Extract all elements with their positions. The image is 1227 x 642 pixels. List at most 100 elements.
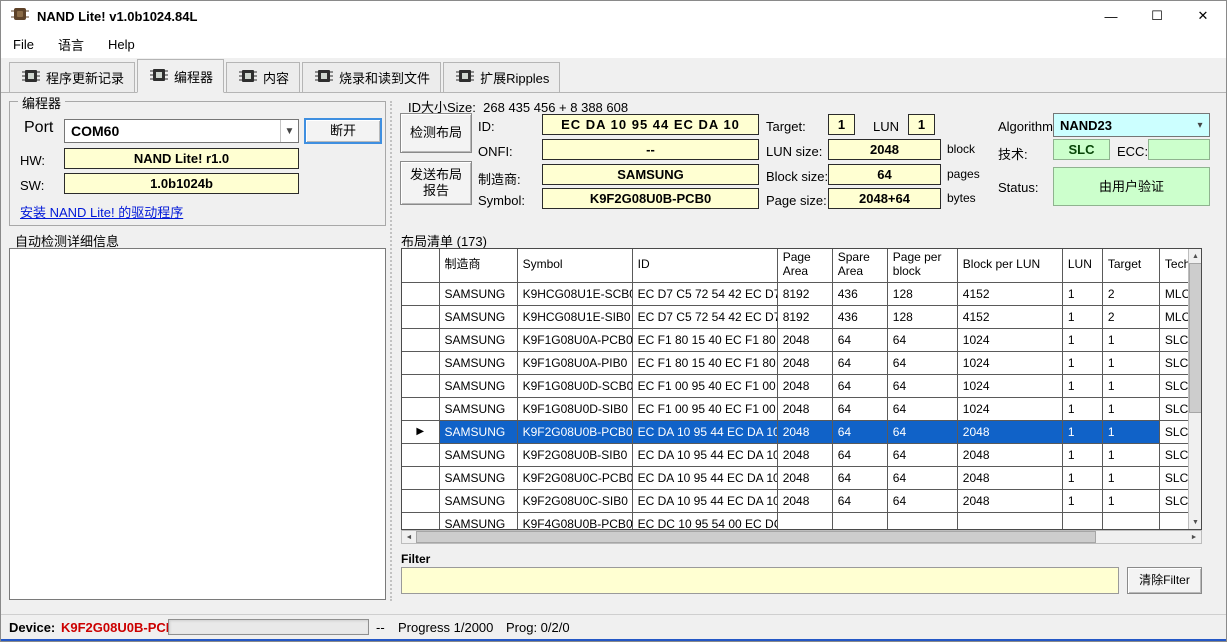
scroll-down-button[interactable]: ▼ (1189, 515, 1201, 529)
tab-label: 烧录和读到文件 (339, 71, 431, 86)
table-row[interactable]: SAMSUNG K9F1G08U0D-SIB0 EC F1 00 95 40 EC … (402, 397, 1191, 421)
detect-layout-button[interactable]: 检测布局 (400, 113, 472, 153)
cell: 64 (887, 443, 958, 467)
column-header[interactable]: Target (1102, 249, 1160, 283)
column-header[interactable]: Block per LUN (957, 249, 1063, 283)
vertical-scroll-thumb[interactable] (1189, 263, 1201, 413)
cell: 64 (832, 443, 888, 467)
row-indicator-header[interactable] (402, 249, 440, 283)
tab-label: 内容 (263, 71, 290, 86)
cell: 8192 (777, 282, 833, 306)
send-layout-report-button[interactable]: 发送布局报告 (400, 161, 472, 205)
algorithm-select[interactable]: NAND23 ▾ (1053, 113, 1210, 137)
chip-icon (313, 66, 335, 89)
window-title: NAND Lite! v1.0b1024.84L (37, 8, 198, 24)
tab-label: 扩展Ripples (480, 71, 550, 86)
cell: 1024 (957, 328, 1063, 352)
cell: SAMSUNG (439, 420, 518, 444)
column-header[interactable]: Spare Area (832, 249, 888, 283)
column-header[interactable]: ID (632, 249, 778, 283)
cell: 1 (1102, 397, 1160, 421)
table-row[interactable]: ▶ SAMSUNG K9F2G08U0B-PCB0 EC DA 10 95 44 EC… (402, 420, 1191, 444)
target-value-field: 1 (828, 114, 855, 135)
menu-language[interactable]: 语言 (46, 31, 96, 58)
cell: SLC (1159, 443, 1191, 467)
vertical-scrollbar[interactable]: ▲ ▼ (1188, 249, 1201, 529)
clear-filter-button[interactable]: 清除Filter (1127, 567, 1202, 594)
cell: 436 (832, 282, 888, 306)
row-indicator-cell (402, 443, 440, 467)
tab-burn-read[interactable]: 烧录和读到文件 (302, 62, 442, 92)
column-header[interactable]: Page per block (887, 249, 958, 283)
chip-icon (148, 65, 170, 88)
cell: 1 (1062, 305, 1103, 329)
cell: 2048 (777, 351, 833, 375)
tab-update-log[interactable]: 程序更新记录 (9, 62, 136, 92)
tab-label: 编程器 (174, 69, 214, 85)
separator-text: -- (376, 620, 385, 635)
page-size-unit: bytes (947, 191, 976, 205)
horizontal-scrollbar[interactable]: ◄ ► (401, 530, 1202, 544)
column-header[interactable]: Tech (1159, 249, 1191, 283)
ecc-value-field (1148, 139, 1210, 160)
auto-detect-details-box[interactable] (9, 248, 386, 600)
cell: MLC (1159, 305, 1191, 329)
tab-ripples[interactable]: 扩展Ripples (443, 62, 561, 92)
tab-programmer[interactable]: 编程器 (137, 59, 225, 93)
table-row[interactable]: SAMSUNG K9HCG08U1E-SCB0 EC D7 C5 72 54 42 … (402, 282, 1191, 306)
port-select[interactable]: COM60 ▼ (64, 119, 299, 143)
cell: 4152 (957, 282, 1063, 306)
close-button[interactable]: ✕ (1180, 1, 1226, 31)
cell: EC F1 00 95 40 EC F1 00 (632, 397, 778, 421)
column-header[interactable]: LUN (1062, 249, 1103, 283)
scroll-right-button[interactable]: ► (1187, 531, 1201, 543)
table-row[interactable]: SAMSUNG K9F1G08U0D-SCB0 EC F1 00 95 40 EC … (402, 374, 1191, 398)
filter-label: Filter (401, 552, 431, 566)
cell (957, 512, 1063, 529)
table-row[interactable]: SAMSUNG K9F2G08U0C-SIB0 EC DA 10 95 44 EC … (402, 489, 1191, 513)
column-header[interactable]: Symbol (517, 249, 633, 283)
scroll-up-button[interactable]: ▲ (1189, 249, 1201, 263)
table-row[interactable]: SAMSUNG K9F2G08U0B-SIB0 EC DA 10 95 44 EC … (402, 443, 1191, 467)
minimize-button[interactable]: — (1088, 1, 1134, 31)
port-value: COM60 (71, 123, 120, 139)
cell: 64 (887, 489, 958, 513)
cell: 1 (1102, 443, 1160, 467)
cell: 64 (887, 397, 958, 421)
tab-content[interactable]: 内容 (226, 62, 301, 92)
scroll-left-button[interactable]: ◄ (402, 531, 416, 543)
column-header[interactable]: 制造商 (439, 249, 518, 283)
cell: K9F1G08U0D-SCB0 (517, 374, 633, 398)
tab-label: 程序更新记录 (46, 71, 125, 86)
page-size-label: Page size: (766, 193, 827, 208)
table-row[interactable]: SAMSUNG K9F1G08U0A-PCB0 EC F1 80 15 40 EC … (402, 328, 1191, 352)
driver-install-link[interactable]: 安装 NAND Lite! 的驱动程序 (20, 202, 183, 221)
panel-splitter[interactable] (390, 101, 392, 601)
disconnect-button[interactable]: 断开 (304, 118, 382, 144)
cell (832, 512, 888, 529)
table-row[interactable]: SAMSUNG K9F4G08U0B-PCB0 EC DC 10 95 54 00 … (402, 512, 1191, 529)
id-size-value: 268 435 456 + 8 388 608 (483, 100, 629, 115)
cell: 2048 (957, 420, 1063, 444)
cell: 64 (887, 420, 958, 444)
cell: 2048 (777, 466, 833, 490)
cell: 64 (832, 420, 888, 444)
cell: SAMSUNG (439, 397, 518, 421)
cell: SLC (1159, 397, 1191, 421)
cell: MLC (1159, 282, 1191, 306)
table-row[interactable]: SAMSUNG K9F2G08U0C-PCB0 EC DA 10 95 44 EC … (402, 466, 1191, 490)
column-header[interactable]: Page Area (777, 249, 833, 283)
cell: 2048 (777, 489, 833, 513)
cell: 64 (887, 351, 958, 375)
table-row[interactable]: SAMSUNG K9HCG08U1E-SIB0 EC D7 C5 72 54 42 … (402, 305, 1191, 329)
table-row[interactable]: SAMSUNG K9F1G08U0A-PIB0 EC F1 80 15 40 EC … (402, 351, 1191, 375)
horizontal-scroll-thumb[interactable] (416, 531, 1096, 543)
maximize-button[interactable]: ☐ (1134, 1, 1180, 31)
menu-file[interactable]: File (1, 33, 46, 56)
filter-input[interactable] (401, 567, 1119, 594)
status-value-field: 由用户验证 (1053, 167, 1210, 206)
cell: SLC (1159, 489, 1191, 513)
menu-help[interactable]: Help (96, 33, 147, 56)
onfi-value-field: -- (542, 139, 759, 160)
hw-value-field: NAND Lite! r1.0 (64, 148, 299, 169)
